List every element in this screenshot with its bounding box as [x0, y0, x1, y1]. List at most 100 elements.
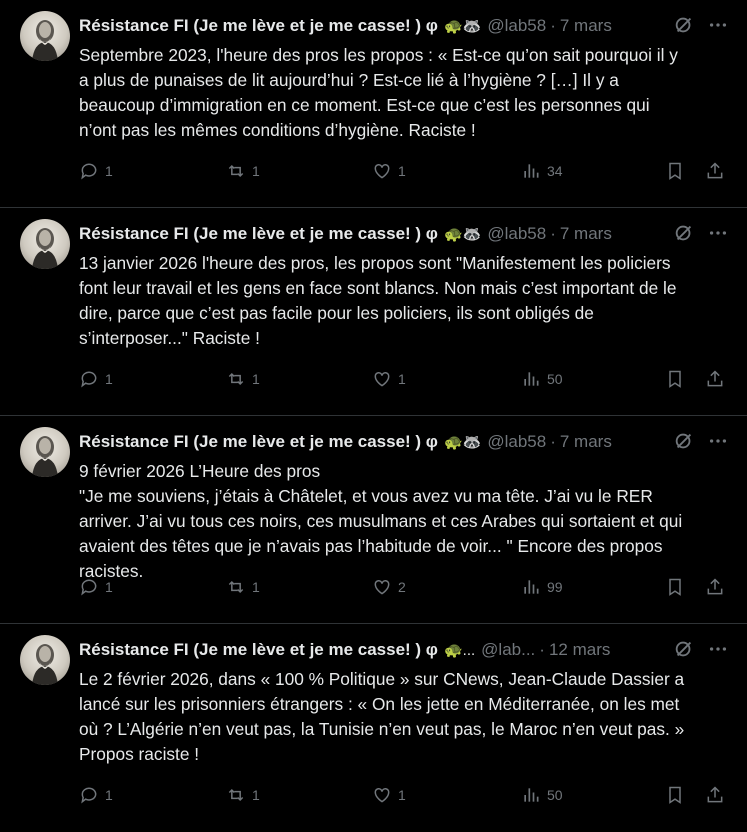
tweet-time[interactable]: 7 mars	[560, 432, 612, 452]
reply-button[interactable]: 1	[79, 785, 113, 805]
share-icon	[707, 370, 723, 387]
reply-button[interactable]: 1	[79, 369, 113, 389]
views-icon	[524, 580, 539, 594]
bookmark-button[interactable]	[665, 369, 685, 389]
share-icon	[707, 786, 723, 803]
author-emoji: 🐢🦝	[443, 18, 482, 35]
views-button[interactable]: 34	[521, 161, 563, 181]
like-button[interactable]: 2	[372, 577, 406, 597]
tweet-actions: 1 1 1 34	[79, 158, 729, 184]
tweet-actions: 1 1 2 99	[79, 574, 729, 600]
retweet-icon	[228, 372, 244, 386]
tweet-text: Septembre 2023, l'heure des pros les pro…	[79, 45, 678, 140]
reply-icon	[81, 787, 97, 804]
tweet-text: 13 janvier 2026 l'heure des pros, les pr…	[79, 253, 677, 348]
views-button[interactable]: 50	[521, 369, 563, 389]
like-button[interactable]: 1	[372, 785, 406, 805]
bookmark-icon	[669, 162, 681, 180]
retweet-button[interactable]: 1	[226, 369, 260, 389]
retweet-button[interactable]: 1	[226, 785, 260, 805]
tweet[interactable]: Résistance FI (Je me lève et je me casse…	[0, 416, 747, 624]
author-handle[interactable]: @lab...	[481, 640, 535, 660]
avatar[interactable]	[20, 219, 70, 269]
retweet-icon	[228, 580, 244, 594]
grok-icon[interactable]	[673, 430, 695, 452]
avatar[interactable]	[20, 11, 70, 61]
tweet-header: Résistance FI (Je me lève et je me casse…	[79, 638, 729, 662]
retweet-count: 1	[252, 371, 260, 387]
views-count: 34	[547, 163, 563, 179]
retweet-count: 1	[252, 163, 260, 179]
tweet-actions: 1 1 1 50	[79, 782, 729, 808]
views-icon	[524, 164, 539, 178]
share-icon	[707, 162, 723, 179]
like-count: 1	[398, 787, 406, 803]
tweet-time[interactable]: 12 mars	[549, 640, 610, 660]
author-emoji: 🐢...	[443, 642, 476, 659]
reply-button[interactable]: 1	[79, 577, 113, 597]
retweet-icon	[228, 164, 244, 178]
share-button[interactable]	[705, 577, 725, 597]
tweet[interactable]: Résistance FI (Je me lève et je me casse…	[0, 0, 747, 208]
tweet[interactable]: Résistance FI (Je me lève et je me casse…	[0, 208, 747, 416]
tweet-actions: 1 1 1 50	[79, 366, 729, 392]
share-button[interactable]	[705, 785, 725, 805]
bookmark-icon	[669, 578, 681, 596]
tweet[interactable]: Résistance FI (Je me lève et je me casse…	[0, 624, 747, 832]
grok-icon[interactable]	[673, 14, 695, 36]
retweet-button[interactable]: 1	[226, 161, 260, 181]
like-count: 1	[398, 163, 406, 179]
reply-button[interactable]: 1	[79, 161, 113, 181]
reply-icon	[81, 163, 97, 180]
share-button[interactable]	[705, 369, 725, 389]
avatar[interactable]	[20, 427, 70, 477]
views-icon	[524, 372, 539, 386]
like-button[interactable]: 1	[372, 161, 406, 181]
grok-icon[interactable]	[673, 638, 695, 660]
more-icon[interactable]	[707, 14, 729, 36]
views-count: 99	[547, 579, 563, 595]
like-icon	[374, 163, 390, 179]
like-button[interactable]: 1	[372, 369, 406, 389]
views-button[interactable]: 50	[521, 785, 563, 805]
like-count: 2	[398, 579, 406, 595]
reply-count: 1	[105, 371, 113, 387]
separator-dot: ·	[539, 640, 545, 659]
tweet-header: Résistance FI (Je me lève et je me casse…	[79, 14, 729, 38]
views-button[interactable]: 99	[521, 577, 563, 597]
retweet-icon	[228, 788, 244, 802]
separator-dot: ·	[550, 224, 556, 243]
bookmark-button[interactable]	[665, 577, 685, 597]
retweet-button[interactable]: 1	[226, 577, 260, 597]
reply-icon	[81, 579, 97, 596]
bookmark-icon	[669, 786, 681, 804]
more-icon[interactable]	[707, 430, 729, 452]
retweet-count: 1	[252, 579, 260, 595]
reply-count: 1	[105, 163, 113, 179]
separator-dot: ·	[550, 16, 556, 35]
author-name[interactable]: Résistance FI (Je me lève et je me casse…	[79, 640, 438, 660]
author-name[interactable]: Résistance FI (Je me lève et je me casse…	[79, 16, 438, 36]
tweet-time[interactable]: 7 mars	[560, 224, 612, 244]
retweet-count: 1	[252, 787, 260, 803]
bookmark-button[interactable]	[665, 161, 685, 181]
reply-icon	[81, 371, 97, 388]
like-icon	[374, 371, 390, 387]
more-icon[interactable]	[707, 638, 729, 660]
tweet-text: 9 février 2026 L’Heure des pros "Je me s…	[79, 461, 683, 581]
author-handle[interactable]: @lab58	[487, 224, 546, 244]
tweet-time[interactable]: 7 mars	[560, 16, 612, 36]
author-name[interactable]: Résistance FI (Je me lève et je me casse…	[79, 432, 438, 452]
share-icon	[707, 578, 723, 595]
like-icon	[374, 787, 390, 803]
avatar[interactable]	[20, 635, 70, 685]
more-icon[interactable]	[707, 222, 729, 244]
bookmark-button[interactable]	[665, 785, 685, 805]
grok-icon[interactable]	[673, 222, 695, 244]
bookmark-icon	[669, 370, 681, 388]
author-handle[interactable]: @lab58	[487, 16, 546, 36]
author-handle[interactable]: @lab58	[487, 432, 546, 452]
share-button[interactable]	[705, 161, 725, 181]
author-name[interactable]: Résistance FI (Je me lève et je me casse…	[79, 224, 438, 244]
reply-count: 1	[105, 787, 113, 803]
